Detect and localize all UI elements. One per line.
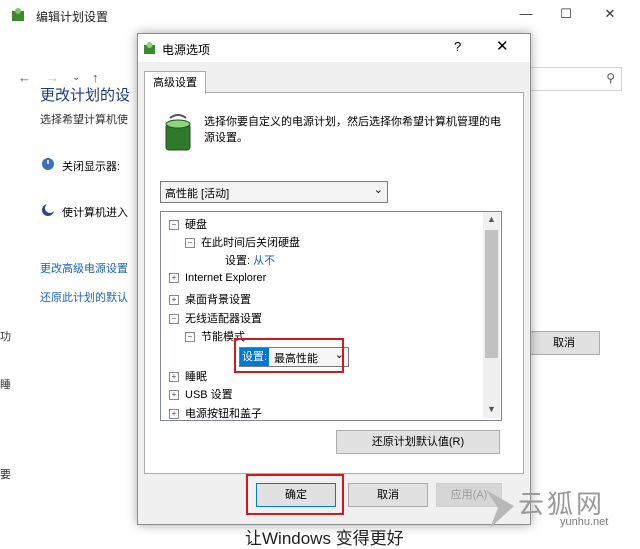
tree-item-wireless-adapter[interactable]: − 无线适配器设置 (169, 310, 262, 326)
monitor-clock-icon (42, 158, 54, 170)
dialog-description: 选择你要自定义的电源计划，然后选择你希望计算机管理的电源设置。 (204, 116, 501, 144)
power-options-icon (144, 42, 155, 54)
expand-icon[interactable]: + (169, 372, 179, 382)
chevron-down-icon: ⌄ (373, 184, 383, 196)
tree-item-hard-disk[interactable]: − 硬盘 (169, 216, 207, 232)
close-icon[interactable]: ✕ (600, 6, 620, 22)
advanced-settings-link[interactable]: 更改高级电源设置 (40, 260, 128, 276)
restore-defaults-link[interactable]: 还原此计划的默认 (40, 289, 128, 305)
collapse-icon[interactable]: − (169, 314, 179, 324)
tree-item-usb[interactable]: + USB 设置 (169, 386, 233, 402)
scrollbar-thumb[interactable] (485, 230, 498, 358)
power-options-dialog: 电源选项 ? ✕ 高级设置 选择你要自定义的电源计划，然后选择你希望计算机管理的… (137, 33, 531, 525)
page-heading: 更改计划的设 (40, 87, 131, 104)
expand-icon[interactable]: + (169, 409, 179, 419)
collapse-icon[interactable]: − (169, 220, 179, 230)
page-subtitle: 选择希望计算机使 (40, 114, 128, 126)
tree-item-power-buttons[interactable]: + 电源按钮和盖子 (169, 405, 262, 420)
dialog-title-bar: 电源选项 ? ✕ (138, 34, 530, 62)
scroll-down-icon[interactable]: ▼ (487, 404, 496, 414)
watermark-url: yunhu.net (560, 516, 609, 528)
collapse-icon[interactable]: − (185, 238, 195, 248)
minimize-icon[interactable]: — (516, 6, 536, 21)
highlight-box (246, 474, 344, 515)
fox-logo-icon (486, 490, 514, 528)
up-arrow-icon[interactable]: ↑ (92, 70, 99, 85)
bg-window-title: 编辑计划设置 (36, 10, 109, 24)
tree-item-hd-setting[interactable]: 设置: 从不 (225, 252, 275, 268)
edge-text: 睡 (0, 379, 11, 391)
dialog-title: 电源选项 (162, 43, 211, 57)
bg-bottom-text: 让Windows 变得更好 (245, 529, 404, 548)
back-arrow-icon[interactable]: ← (18, 70, 31, 85)
scroll-up-icon[interactable]: ▲ (487, 214, 496, 224)
cancel-button[interactable]: 取消 (348, 483, 428, 507)
tree-item-turn-off-hd[interactable]: − 在此时间后关闭硬盘 (185, 234, 300, 250)
collapse-icon[interactable]: − (185, 332, 195, 342)
battery-plan-icon (165, 114, 191, 151)
display-off-label: 关闭显示器: (62, 161, 121, 173)
tree-scrollbar[interactable]: ▲ ▼ (483, 212, 500, 418)
edge-text: 功 (0, 331, 11, 343)
forward-arrow-icon[interactable]: → (46, 70, 59, 85)
never-value-link[interactable]: 从不 (253, 255, 275, 267)
tree-item-sleep[interactable]: + 睡眠 (169, 368, 207, 384)
highlight-box (234, 338, 344, 373)
edge-text: 要 (0, 469, 11, 481)
bg-cancel-button[interactable]: 取消 (528, 331, 600, 355)
sleep-moon-icon (42, 203, 55, 216)
help-icon[interactable]: ? (454, 39, 461, 54)
close-icon[interactable]: ✕ (496, 37, 509, 55)
bg-title-bar: 编辑计划设置 — ☐ ✕ (0, 0, 640, 30)
power-plan-value: 高性能 [活动] (165, 188, 230, 200)
chevron-down-icon[interactable]: ⌄ (72, 72, 80, 83)
tab-advanced-settings[interactable]: 高级设置 (144, 71, 206, 94)
restore-defaults-button[interactable]: 还原计划默认值(R) (336, 430, 500, 454)
expand-icon[interactable]: + (169, 273, 179, 283)
tree-item-internet-explorer[interactable]: + Internet Explorer (169, 272, 266, 284)
sleep-label: 使计算机进入 (62, 207, 128, 219)
power-options-icon (12, 8, 24, 21)
search-input[interactable]: ⚲ (520, 67, 622, 91)
maximize-icon[interactable]: ☐ (556, 6, 576, 22)
expand-icon[interactable]: + (169, 295, 179, 305)
search-icon: ⚲ (606, 71, 615, 85)
expand-icon[interactable]: + (169, 390, 179, 400)
settings-tree: − 硬盘 − 在此时间后关闭硬盘 设置: 从不 + Internet Explorer… (160, 211, 502, 421)
tree-item-desktop-background[interactable]: + 桌面背景设置 (169, 291, 251, 307)
power-plan-select[interactable]: 高性能 [活动] ⌄ (160, 181, 388, 203)
